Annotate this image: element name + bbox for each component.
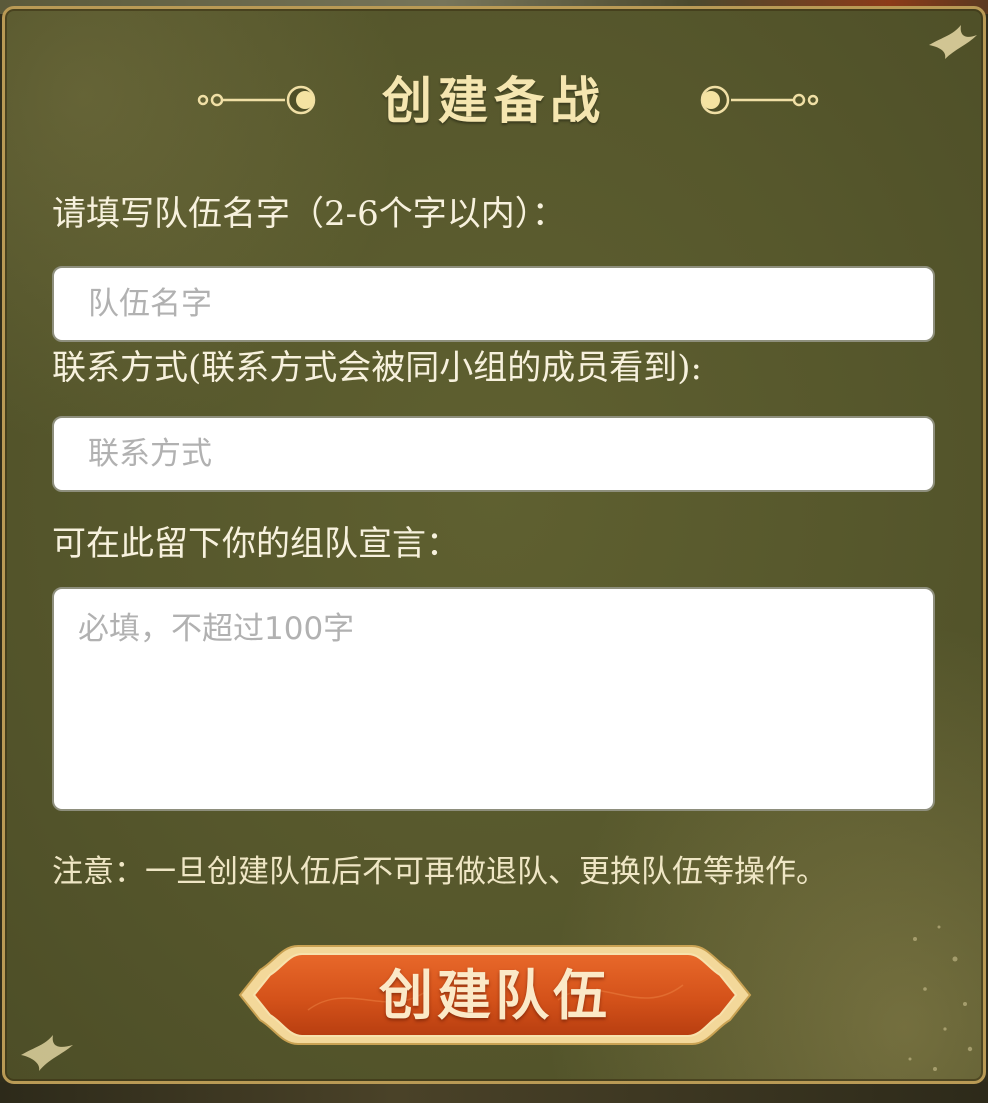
warning-notice: 注意：一旦创建队伍后不可再做退队、更换队伍等操作。 — [52, 854, 827, 890]
background-strip-bottom — [0, 1082, 988, 1103]
swallow-decoration-bottom-left-icon — [21, 1035, 73, 1071]
title-ornament-left-icon — [197, 85, 316, 115]
create-team-button-label: 创建队伍 — [379, 963, 611, 1027]
team-name-label: 请填写队伍名字（2-6个字以内）： — [52, 194, 566, 234]
dialog-title: 创建备战 — [382, 71, 606, 130]
declaration-textarea[interactable] — [52, 587, 935, 811]
sparkle-decoration-bottom-right-icon — [908, 925, 973, 1071]
team-name-input[interactable] — [52, 266, 935, 342]
dialog-header: 创建备战 — [0, 66, 988, 136]
title-ornament-right-icon — [700, 85, 819, 115]
create-team-button[interactable]: 创建队伍 — [238, 940, 752, 1050]
contact-input[interactable] — [52, 416, 935, 492]
declaration-label: 可在此留下你的组队宣言： — [52, 524, 460, 564]
contact-label: 联系方式(联系方式会被同小组的成员看到): — [52, 348, 702, 388]
screen: 创建备战 请填写队伍名字（2-6个字以内）： 联系方式(联系方式会被同小组的成员… — [0, 0, 988, 1103]
swallow-decoration-top-right-icon — [929, 25, 977, 59]
